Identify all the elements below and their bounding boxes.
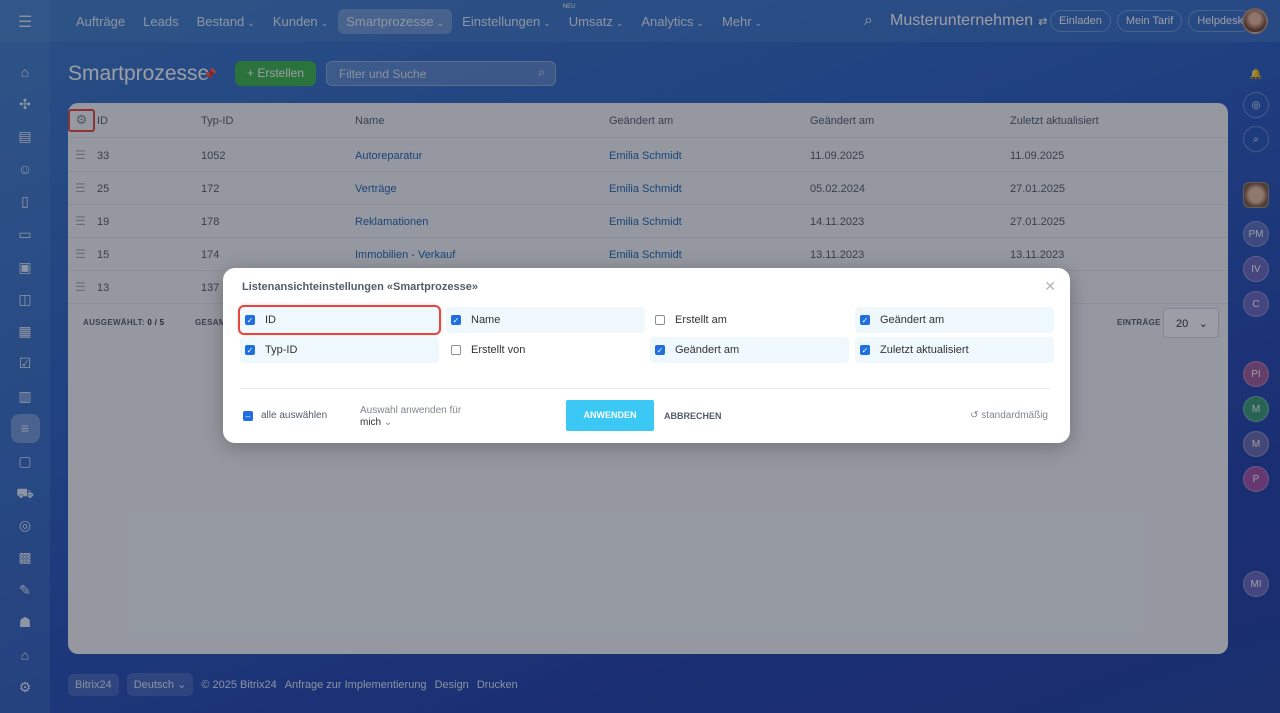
column-option[interactable]: ✓ Name <box>446 307 645 333</box>
checked-checkbox-icon[interactable]: ✓ <box>860 315 870 325</box>
checked-checkbox-icon[interactable]: ✓ <box>451 315 461 325</box>
apply-button[interactable]: ANWENDEN <box>566 400 654 431</box>
option-label: Geändert am <box>675 344 740 356</box>
apply-for-value: mich <box>360 417 382 428</box>
undo-icon: ↺ <box>970 410 979 421</box>
column-option[interactable]: ✓ Zuletzt aktualisiert <box>855 337 1054 363</box>
option-label: Erstellt von <box>471 344 526 356</box>
option-label: Geändert am <box>880 314 945 326</box>
column-option[interactable]: Erstellt von <box>446 337 645 363</box>
column-option[interactable]: ✓ Geändert am <box>855 307 1054 333</box>
option-label: Name <box>471 314 501 326</box>
apply-for-label: Auswahl anwenden für <box>360 405 462 416</box>
option-label: Zuletzt aktualisiert <box>880 344 969 356</box>
close-icon[interactable]: ✕ <box>1044 278 1056 295</box>
column-option[interactable]: Erstellt am <box>650 307 849 333</box>
column-option[interactable]: ✓ ID <box>238 305 441 335</box>
unchecked-checkbox-icon[interactable] <box>451 345 461 355</box>
apply-for-select[interactable]: Auswahl anwenden für mich ⌄ <box>360 405 461 429</box>
option-label: Erstellt am <box>675 314 727 326</box>
column-option[interactable]: ✓ Typ-ID <box>240 337 439 363</box>
chevron-down-icon: ⌄ <box>383 417 393 428</box>
option-label: Typ-ID <box>265 344 298 356</box>
select-all-checkbox[interactable]: – alle auswählen <box>243 410 327 421</box>
reset-default-button[interactable]: ↺ standardmäßig <box>970 410 1048 421</box>
cancel-button[interactable]: ABBRECHEN <box>664 411 722 421</box>
minus-checkbox-icon: – <box>243 410 253 421</box>
divider <box>240 388 1050 389</box>
option-label: ID <box>265 314 276 326</box>
dialog-title: Listenansichteinstellungen «Smartprozess… <box>242 281 478 293</box>
checked-checkbox-icon[interactable]: ✓ <box>860 345 870 355</box>
select-all-label: alle auswählen <box>261 410 328 421</box>
checked-checkbox-icon[interactable]: ✓ <box>655 345 665 355</box>
unchecked-checkbox-icon[interactable] <box>655 315 665 325</box>
checked-checkbox-icon[interactable]: ✓ <box>245 315 255 325</box>
checked-checkbox-icon[interactable]: ✓ <box>245 345 255 355</box>
list-settings-dialog: Listenansichteinstellungen «Smartprozess… <box>223 268 1070 443</box>
column-option[interactable]: ✓ Geändert am <box>650 337 849 363</box>
